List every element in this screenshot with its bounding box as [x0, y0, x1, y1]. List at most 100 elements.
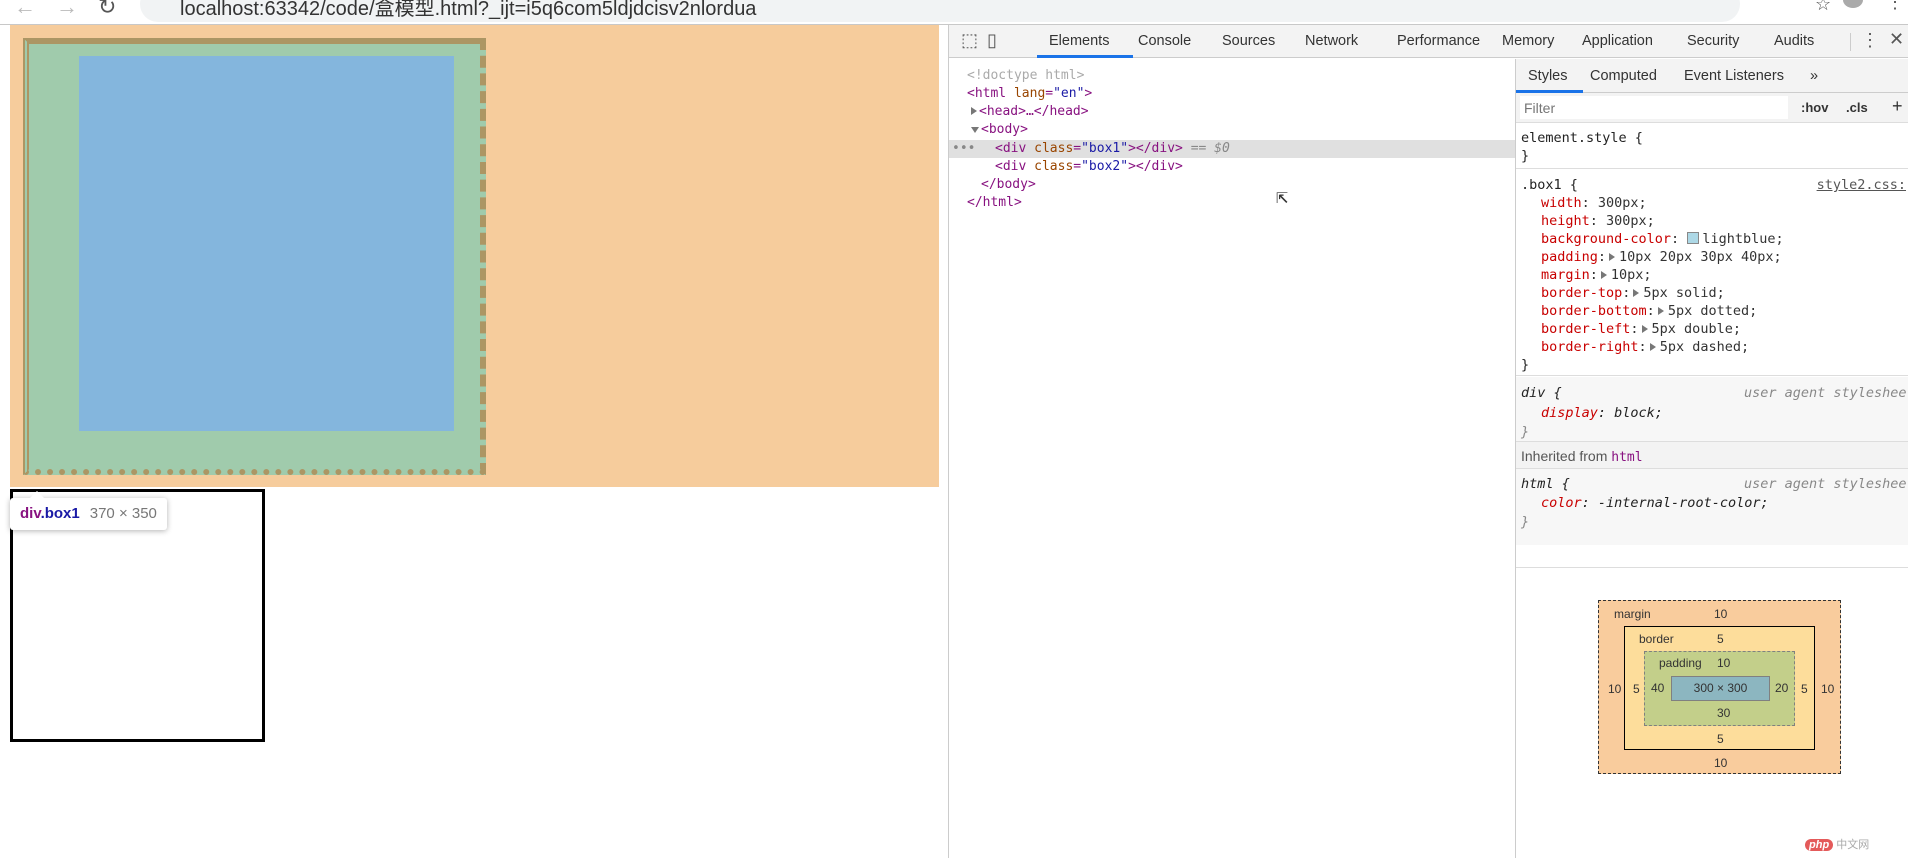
padding-right[interactable]: 20: [1775, 681, 1788, 695]
padding-label: padding: [1659, 656, 1702, 670]
reload-icon[interactable]: ↻: [98, 0, 116, 20]
device-toolbar-icon[interactable]: ▯: [987, 30, 997, 51]
margin-label: margin: [1614, 607, 1651, 621]
rule-close: }: [1521, 424, 1530, 440]
dom-head[interactable]: <head>…</head>: [971, 103, 1089, 121]
address-bar[interactable]: localhost:63342/code/盒模型.html?_ijt=i5q6c…: [140, 0, 1740, 22]
tab-application[interactable]: Application: [1582, 33, 1653, 49]
page-viewport: div.box1 370 × 350: [0, 25, 948, 858]
inspect-element-icon[interactable]: ⬚: [961, 30, 978, 51]
tooltip-tag: div: [20, 505, 41, 522]
div-selector: div {: [1521, 385, 1562, 401]
prop-border-left[interactable]: border-left: 5px double;: [1541, 320, 1741, 338]
padding-bottom[interactable]: 30: [1717, 706, 1730, 720]
more-options-icon[interactable]: ⋮: [1861, 30, 1879, 51]
dom-html[interactable]: <html lang="en">: [967, 85, 1092, 103]
tab-network[interactable]: Network: [1305, 33, 1358, 49]
expand-icon: [1609, 253, 1616, 261]
prop-width[interactable]: width: 300px;: [1541, 194, 1647, 212]
close-icon[interactable]: ✕: [1889, 29, 1904, 50]
row-ellipsis-icon[interactable]: •••: [952, 140, 975, 158]
inherited-header: Inherited from html: [1516, 441, 1908, 469]
filter-input[interactable]: [1520, 96, 1788, 119]
box-model-border: border 5 5 5 5 padding 10 40 20 30 300 ×…: [1624, 626, 1815, 750]
border-top[interactable]: 5: [1717, 632, 1724, 646]
tab-performance[interactable]: Performance: [1397, 33, 1480, 49]
subtab-event-listeners[interactable]: Event Listeners: [1684, 68, 1784, 84]
padding-left[interactable]: 40: [1651, 681, 1664, 695]
inherited-tag-link[interactable]: html: [1611, 450, 1642, 465]
back-icon[interactable]: ←: [14, 0, 36, 20]
tab-security[interactable]: Security: [1687, 33, 1739, 49]
dom-body-close[interactable]: </body>: [981, 176, 1036, 194]
html-tag: <html: [967, 86, 1007, 101]
filter-row: :hov .cls +: [1516, 93, 1908, 123]
avatar[interactable]: [1843, 0, 1863, 8]
watermark: php 中文网: [1805, 836, 1869, 852]
expand-icon: [1600, 271, 1607, 279]
source-link[interactable]: style2.css:: [1817, 176, 1906, 194]
margin-top[interactable]: 10: [1714, 607, 1727, 621]
expand-icon: [1657, 307, 1664, 315]
box1-content-highlight: [79, 56, 454, 431]
menu-icon[interactable]: ⋮: [1886, 0, 1904, 13]
element-tooltip: div.box1 370 × 350: [10, 491, 167, 530]
selected-marker: == $0: [1190, 141, 1230, 156]
dom-html-close[interactable]: </html>: [967, 194, 1022, 212]
prop-border-top[interactable]: border-top: 5px solid;: [1541, 284, 1725, 302]
dom-doctype[interactable]: <!doctype html>: [967, 67, 1084, 85]
hov-button[interactable]: :hov: [1801, 100, 1828, 115]
cls-button[interactable]: .cls: [1846, 100, 1868, 115]
prop-border-right[interactable]: border-right: 5px dashed;: [1541, 338, 1749, 356]
box2-class: "box2": [1081, 159, 1129, 174]
prop-display: display: block;: [1541, 405, 1663, 421]
html-selector: html {: [1521, 476, 1570, 492]
prop-height[interactable]: height: 300px;: [1541, 212, 1655, 230]
tooltip-size: 370 × 350: [89, 505, 157, 522]
prop-color: color: -internal-root-color;: [1541, 495, 1769, 511]
margin-right[interactable]: 10: [1821, 682, 1834, 696]
border-right[interactable]: 5: [1801, 682, 1808, 696]
dom-body[interactable]: <body>: [971, 121, 1028, 139]
dom-div-box1[interactable]: <div class="box1"></div> == $0: [995, 140, 1230, 158]
tab-elements[interactable]: Elements: [1049, 33, 1109, 49]
expand-icon[interactable]: [971, 107, 977, 115]
add-rule-button[interactable]: +: [1892, 96, 1903, 117]
prop-background-color[interactable]: background-color: lightblue;: [1541, 230, 1784, 248]
tab-console[interactable]: Console: [1138, 33, 1191, 49]
lang-attr: lang: [1013, 86, 1046, 101]
subtab-styles[interactable]: Styles: [1528, 68, 1568, 84]
forward-icon[interactable]: →: [56, 0, 78, 20]
border-left[interactable]: 5: [1633, 682, 1640, 696]
bookmark-star-icon[interactable]: ☆: [1815, 0, 1831, 15]
subtab-computed[interactable]: Computed: [1590, 68, 1657, 84]
expand-icon: [1641, 325, 1648, 333]
styles-subtabs: Styles Computed Event Listeners »: [1516, 59, 1908, 93]
prop-margin[interactable]: margin: 10px;: [1541, 266, 1652, 284]
box-model-padding: padding 10 40 20 30 300 × 300: [1644, 651, 1795, 726]
border-bottom[interactable]: 5: [1717, 732, 1724, 746]
element-style-selector[interactable]: element.style {: [1521, 129, 1643, 147]
ua-label: user agent styleshee: [1744, 476, 1907, 492]
tab-memory[interactable]: Memory: [1502, 33, 1554, 49]
tab-audits[interactable]: Audits: [1774, 33, 1814, 49]
more-tabs-icon[interactable]: »: [1810, 68, 1818, 84]
box-model-diagram: margin 10 10 10 10 border 5 5 5 5 paddin…: [1598, 600, 1841, 774]
border-label: border: [1639, 632, 1674, 646]
color-swatch[interactable]: [1687, 232, 1700, 244]
prop-padding[interactable]: padding: 10px 20px 30px 40px;: [1541, 248, 1782, 266]
box-model-content[interactable]: 300 × 300: [1671, 676, 1770, 701]
rule-close: }: [1521, 357, 1530, 373]
prop-border-bottom[interactable]: border-bottom: 5px dotted;: [1541, 302, 1757, 320]
margin-left[interactable]: 10: [1608, 682, 1621, 696]
watermark-logo: php: [1805, 839, 1834, 851]
dom-div-box2[interactable]: <div class="box2"></div>: [995, 158, 1183, 176]
padding-top[interactable]: 10: [1717, 656, 1730, 670]
body-tag: <body>: [981, 122, 1028, 137]
tab-sources[interactable]: Sources: [1222, 33, 1275, 49]
box1-selector[interactable]: .box1 {: [1521, 176, 1578, 194]
lang-value: "en": [1053, 86, 1085, 101]
box1-class: "box1": [1081, 141, 1129, 156]
collapse-icon[interactable]: [971, 127, 979, 133]
margin-bottom[interactable]: 10: [1714, 756, 1727, 770]
